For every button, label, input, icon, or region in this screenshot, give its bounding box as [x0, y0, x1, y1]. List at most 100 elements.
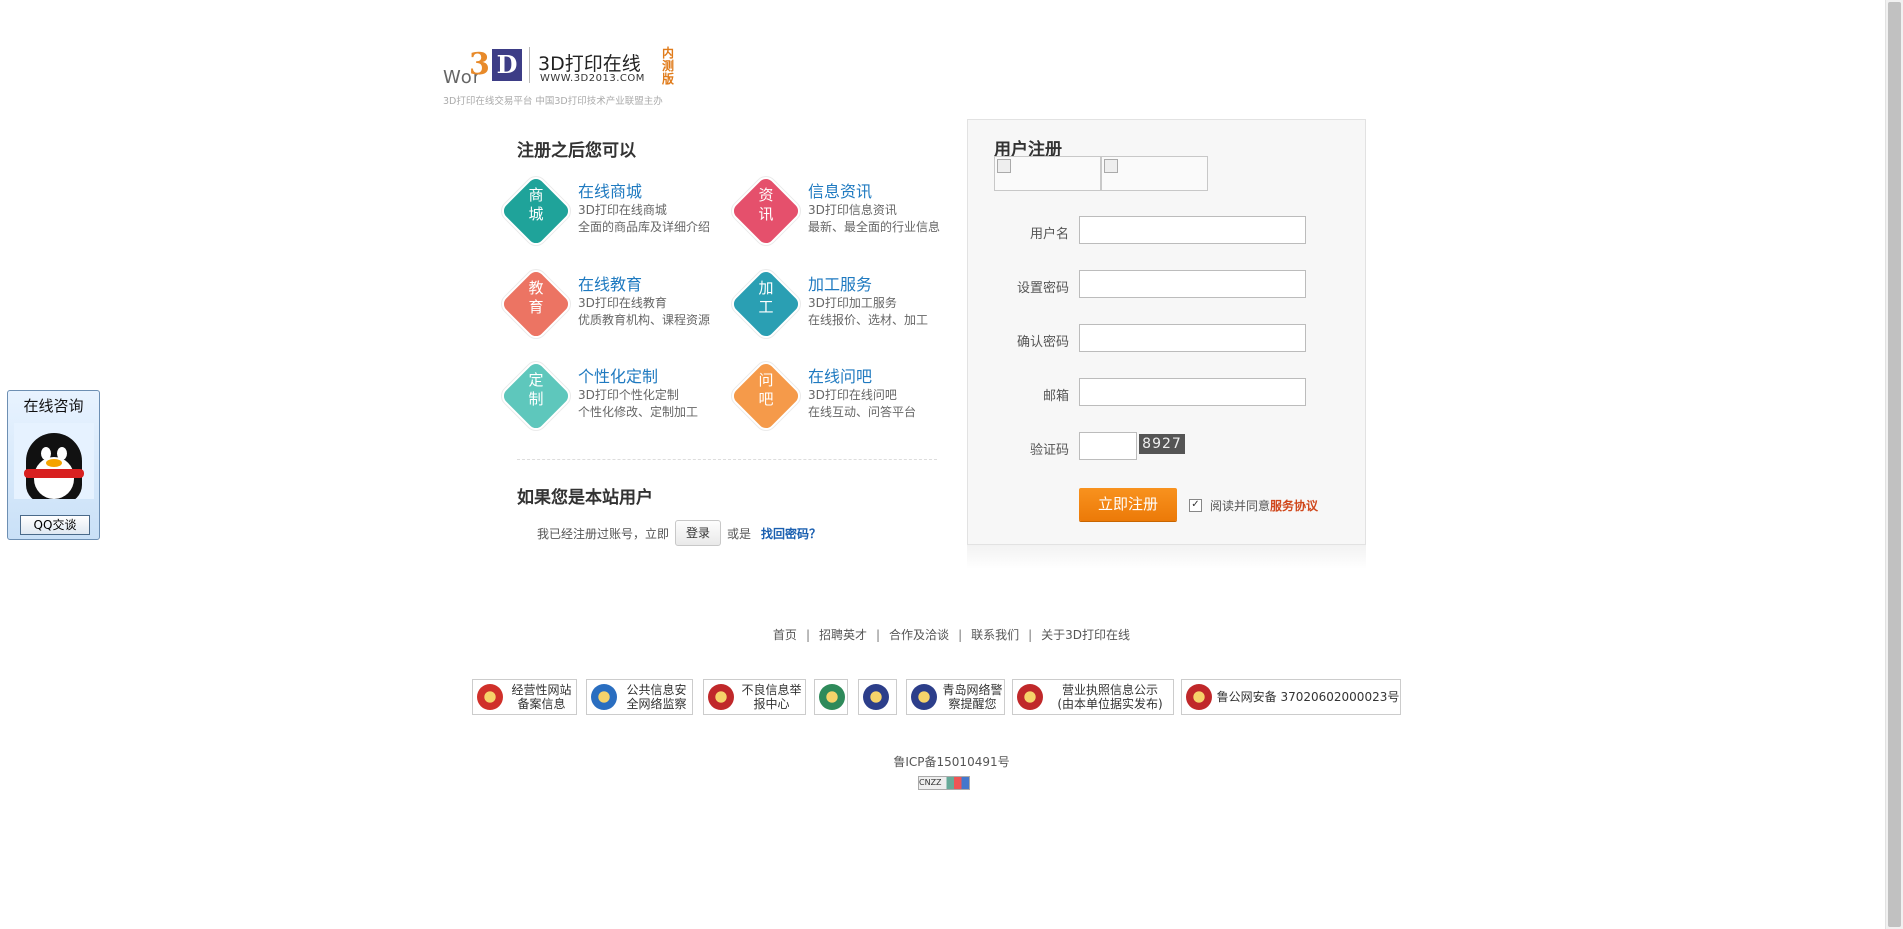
benefit-badge-text: 资 讯 — [758, 186, 774, 223]
qq-consult-widget: 在线咨询 QQ交谈 — [7, 390, 100, 540]
cnzz-label: CNZZ — [919, 778, 942, 787]
benefit-desc-line: 3D打印在线教育 — [578, 296, 667, 310]
badge-police-emblem[interactable] — [858, 679, 897, 715]
badge-text: 营业执照信息公示 (由本单位据实发布) — [1057, 683, 1163, 711]
badge-text: 鲁公网安备 37020602000023号 — [1216, 690, 1400, 704]
badge-site-record[interactable]: 经营性网站 备案信息 — [472, 679, 577, 715]
badge-gov-seal[interactable] — [814, 679, 848, 715]
password-label: 设置密码 — [1016, 281, 1069, 296]
scrollbar-thumb[interactable] — [1888, 2, 1901, 927]
footer-link-about[interactable]: 关于3D打印在线 — [1041, 628, 1130, 642]
forgot-password-link[interactable]: 找回密码？ — [761, 525, 821, 542]
benefit-desc-line: 3D打印加工服务 — [808, 296, 897, 310]
benefit-title[interactable]: 在线商城 — [578, 178, 642, 202]
badge-emblem-icon — [708, 684, 734, 710]
existing-user-heading: 如果您是本站用户 — [517, 488, 653, 508]
confirm-password-input[interactable] — [1079, 324, 1306, 352]
benefit-desc-line: 3D打印个性化定制 — [578, 388, 679, 402]
badge-public-security[interactable]: 鲁公网安备 37020602000023号 — [1181, 679, 1401, 715]
register-panel: 用户注册 用户名 设置密码 确认密码 邮箱 验证码 8927 立即注册 ✓ 阅读… — [967, 119, 1366, 545]
benefit-title[interactable]: 加工服务 — [808, 271, 872, 295]
benefit-item[interactable]: 加 工 加工服务 3D打印加工服务 在线报价、选材、加工 — [730, 268, 963, 341]
benefit-title[interactable]: 个性化定制 — [578, 363, 658, 387]
badge-emblem-icon — [1017, 684, 1043, 710]
benefit-item[interactable]: 问 吧 在线问吧 3D打印在线问吧在线互动、问答平台 — [730, 360, 963, 433]
benefit-desc-line: 3D打印在线问吧 — [808, 388, 897, 402]
benefit-desc-line: 全面的商品库及详细介绍 — [578, 220, 711, 234]
broken-image-icon — [1104, 159, 1118, 173]
agree-terms: ✓ 阅读并同意 服务协议 — [1189, 497, 1318, 514]
benefit-description: 3D打印信息资讯最新、最全面的行业信息 — [808, 202, 940, 236]
username-input[interactable] — [1079, 216, 1306, 244]
badge-emblem-icon — [863, 684, 889, 710]
badge-qingdao-police[interactable]: 青岛网络警 察提醒您 — [906, 679, 1005, 715]
register-submit-button[interactable]: 立即注册 — [1079, 488, 1177, 521]
footer-link-contact[interactable]: 联系我们 — [971, 628, 1019, 642]
existing-user-line: 我已经注册过账号，立即 登录 或是 找回密码？ — [537, 520, 821, 546]
benefit-item[interactable]: 商 城 在线商城 3D打印在线商城全面的商品库及详细介绍 — [500, 175, 733, 248]
badge-business-license[interactable]: 营业执照信息公示 (由本单位据实发布) — [1012, 679, 1174, 715]
qq-widget-title: 在线咨询 — [23, 397, 84, 415]
badge-emblem-icon — [591, 684, 617, 710]
badge-bad-info-report[interactable]: 不良信息举 报中心 — [703, 679, 806, 715]
qq-chat-button[interactable]: QQ交谈 — [20, 515, 90, 535]
logo-three: 3 — [469, 47, 490, 82]
benefit-description: 3D打印在线教育优质教育机构、课程资源 — [578, 295, 710, 329]
footer-separator: | — [876, 628, 881, 642]
agree-checkbox[interactable]: ✓ — [1189, 499, 1202, 512]
captcha-label: 验证码 — [1029, 443, 1069, 458]
footer-separator: | — [805, 628, 810, 642]
broken-image — [1101, 156, 1208, 191]
benefit-badge-text: 定 制 — [528, 371, 544, 408]
benefit-desc-line: 在线互动、问答平台 — [808, 405, 917, 419]
benefit-title[interactable]: 在线教育 — [578, 271, 642, 295]
logo-d-box: D — [492, 49, 522, 81]
broken-image — [994, 156, 1101, 191]
logo-site-name: 3D打印在线 — [538, 53, 641, 75]
badge-text: 不良信息举 报中心 — [741, 683, 802, 711]
page-scrollbar[interactable] — [1885, 0, 1903, 929]
cnzz-stats-badge[interactable]: CNZZ — [918, 776, 970, 790]
email-input[interactable] — [1079, 378, 1306, 406]
footer-separator: | — [1028, 628, 1033, 642]
footer-link-cooperation[interactable]: 合作及洽谈 — [889, 628, 949, 642]
benefit-description: 3D打印加工服务在线报价、选材、加工 — [808, 295, 928, 329]
benefits-heading: 注册之后您可以 — [517, 141, 636, 161]
benefit-title[interactable]: 在线问吧 — [808, 363, 872, 387]
benefit-desc-line: 在线报价、选材、加工 — [808, 313, 929, 327]
benefit-desc-line: 3D打印信息资讯 — [808, 203, 897, 217]
benefit-badge-text: 问 吧 — [758, 371, 774, 408]
login-button[interactable]: 登录 — [675, 520, 722, 546]
section-divider — [517, 459, 937, 460]
login-prefix-text: 我已经注册过账号，立即 — [537, 526, 670, 541]
benefit-item[interactable]: 资 讯 信息资讯 3D打印信息资讯最新、最全面的行业信息 — [730, 175, 963, 248]
benefit-title[interactable]: 信息资讯 — [808, 178, 872, 202]
benefit-description: 3D打印在线商城全面的商品库及详细介绍 — [578, 202, 710, 236]
benefit-desc-line: 优质教育机构、课程资源 — [578, 313, 711, 327]
benefit-badge-text: 教 育 — [528, 279, 544, 316]
benefit-item[interactable]: 定 制 个性化定制 3D打印个性化定制 个性化修改、定制加工 — [500, 360, 733, 433]
username-label: 用户名 — [1029, 227, 1069, 242]
captcha-input[interactable] — [1079, 432, 1137, 460]
register-panel-shadow — [967, 545, 1366, 569]
service-agreement-link[interactable]: 服务协议 — [1270, 497, 1318, 514]
password-input[interactable] — [1079, 270, 1306, 298]
benefit-description: 3D打印在线问吧在线互动、问答平台 — [808, 387, 916, 421]
benefit-item[interactable]: 教 育 在线教育 3D打印在线教育优质教育机构、课程资源 — [500, 268, 733, 341]
footer-link-jobs[interactable]: 招聘英才 — [819, 628, 867, 642]
badge-text: 青岛网络警 察提醒您 — [942, 683, 1003, 711]
or-text: 或是 — [727, 526, 752, 541]
icp-number[interactable]: 鲁ICP备15010491号 — [0, 753, 1903, 770]
badge-text: 经营性网站 备案信息 — [511, 683, 572, 711]
benefit-badge-text: 商 城 — [528, 186, 544, 223]
captcha-image[interactable]: 8927 — [1139, 434, 1185, 454]
badge-emblem-icon — [1186, 684, 1212, 710]
footer-separator: | — [958, 628, 963, 642]
logo-beta-tag: 内 测 版 — [662, 46, 675, 86]
footer-link-home[interactable]: 首页 — [773, 628, 797, 642]
benefit-desc-line: 3D打印在线商城 — [578, 203, 667, 217]
broken-image-icon — [997, 159, 1011, 173]
site-logo[interactable]: Wor 3 D 3D打印在线 WWW.3D2013.COM 内 测 版 3D打印… — [440, 45, 680, 108]
badge-network-police[interactable]: 公共信息安 全网络监察 — [586, 679, 693, 715]
benefit-desc-line: 最新、最全面的行业信息 — [808, 220, 941, 234]
